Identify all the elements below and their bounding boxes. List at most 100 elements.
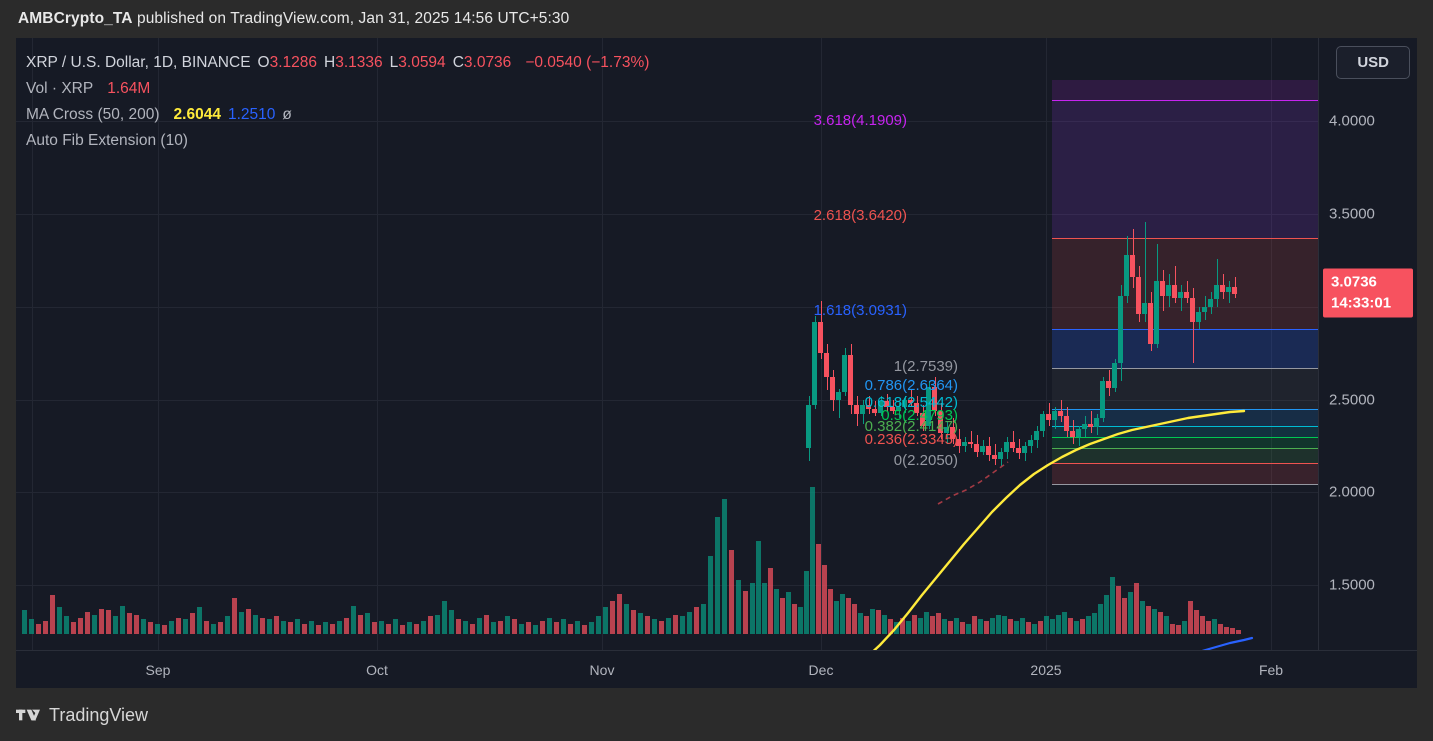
candle-body (1022, 446, 1027, 453)
last-price-value: 3.0736 (1331, 272, 1413, 293)
candle-body (1100, 381, 1105, 418)
volume-bar (428, 616, 433, 634)
legend-volume-title[interactable]: Vol · XRP (26, 80, 93, 97)
legend-low-label: L (390, 54, 399, 71)
volume-bar (120, 606, 125, 635)
legend-open-label: O (258, 54, 270, 71)
volume-bar (568, 624, 573, 635)
volume-bar (498, 621, 503, 635)
candle-body (980, 446, 985, 452)
volume-bar (1026, 622, 1031, 634)
fib-level-label: 0.236(2.3345) (865, 431, 958, 448)
volume-bar (533, 625, 538, 634)
fib-zone-band (1052, 426, 1318, 437)
screenshot-root: AMBCrypto_TA published on TradingView.co… (0, 0, 1433, 741)
legend-high-value: 3.1336 (335, 54, 382, 71)
candle-body (806, 405, 811, 448)
volume-bar (204, 621, 209, 635)
volume-bar (624, 604, 629, 634)
currency-pill[interactable]: USD (1336, 46, 1410, 79)
volume-bar (50, 595, 55, 634)
fib-level-label: 0.786(2.6364) (865, 377, 958, 394)
volume-bar (526, 622, 531, 634)
volume-bar (309, 621, 314, 635)
fib-zone-band (1052, 329, 1318, 368)
fib-level-line (1052, 368, 1318, 369)
candle-body (1040, 414, 1045, 431)
volume-bar (1134, 583, 1139, 634)
volume-bar (810, 487, 815, 634)
time-axis[interactable]: SepOctNovDec2025Feb (16, 650, 1417, 688)
volume-bar (1224, 627, 1229, 635)
volume-bar (715, 517, 720, 634)
volume-bar (43, 621, 48, 635)
chart-legend: XRP / U.S. Dollar, 1D, BINANCEO3.1286H3.… (26, 50, 649, 154)
volume-bar (666, 618, 671, 635)
candle-body (824, 353, 829, 377)
volume-bar (834, 601, 839, 634)
volume-bar (786, 592, 791, 634)
legend-row-fib: Auto Fib Extension (10) (26, 128, 649, 154)
fib-level-label: 1(2.7539) (894, 358, 958, 375)
volume-bar (358, 615, 363, 635)
price-axis-last-badge[interactable]: 3.073614:33:01 (1323, 269, 1413, 318)
volume-bar (1062, 612, 1067, 635)
legend-ma-title[interactable]: MA Cross (50, 200) (26, 106, 160, 123)
grid-line-horizontal (16, 492, 1318, 493)
candle-body (854, 405, 859, 414)
volume-bar (1008, 619, 1013, 634)
volume-bar (295, 619, 300, 634)
volume-bar (954, 618, 959, 635)
candle-body (1214, 285, 1219, 300)
fib-level-label: 1.618(3.0931) (814, 302, 907, 319)
volume-bar (846, 598, 851, 634)
time-axis-tick: Feb (1259, 662, 1283, 678)
price-axis-tick: 4.0000 (1329, 113, 1375, 130)
fib-zone-band (1052, 80, 1318, 100)
candle-body (1154, 281, 1159, 344)
volume-bar (281, 621, 286, 635)
volume-bar (239, 612, 244, 635)
volume-bar (960, 622, 965, 634)
footer: TradingView (16, 700, 148, 730)
price-axis[interactable]: USD 1.50002.00002.50003.50004.00003.0736… (1318, 38, 1417, 650)
attribution-bar: AMBCrypto_TA published on TradingView.co… (0, 0, 1433, 38)
volume-bar (936, 613, 941, 634)
volume-bar (966, 624, 971, 635)
fib-level-line (1052, 484, 1318, 485)
volume-bar (828, 589, 833, 634)
volume-bar (1050, 619, 1055, 634)
volume-bar (870, 609, 875, 635)
volume-bar (64, 616, 69, 634)
legend-fib-title[interactable]: Auto Fib Extension (10) (26, 132, 188, 149)
volume-bar (1152, 609, 1157, 635)
volume-bar (561, 619, 566, 634)
volume-bar (99, 609, 104, 635)
volume-bar (260, 618, 265, 635)
volume-bar (393, 619, 398, 634)
legend-symbol[interactable]: XRP / U.S. Dollar, 1D, BINANCE (26, 54, 251, 71)
volume-bar (372, 622, 377, 634)
volume-bar (1020, 618, 1025, 635)
volume-bar (852, 604, 857, 634)
volume-bar (337, 621, 342, 635)
volume-bar (1176, 625, 1181, 634)
volume-bar (638, 613, 643, 634)
price-axis-tick: 2.5000 (1329, 391, 1375, 408)
legend-close-value: 3.0736 (464, 54, 511, 71)
candle-body (1046, 414, 1051, 420)
volume-bar (414, 624, 419, 635)
volume-bar (582, 625, 587, 634)
fib-zone-band (1052, 238, 1318, 329)
volume-bar (554, 622, 559, 634)
candle-body (842, 355, 847, 392)
volume-bar (1080, 619, 1085, 634)
volume-bar (267, 619, 272, 634)
tradingview-logo: TradingView (16, 705, 148, 726)
candle-body (1190, 298, 1195, 322)
volume-bar (29, 619, 34, 634)
volume-bar (984, 621, 989, 635)
volume-bar (288, 622, 293, 634)
candle-body (830, 377, 835, 399)
last-price-time: 14:33:01 (1331, 293, 1413, 314)
